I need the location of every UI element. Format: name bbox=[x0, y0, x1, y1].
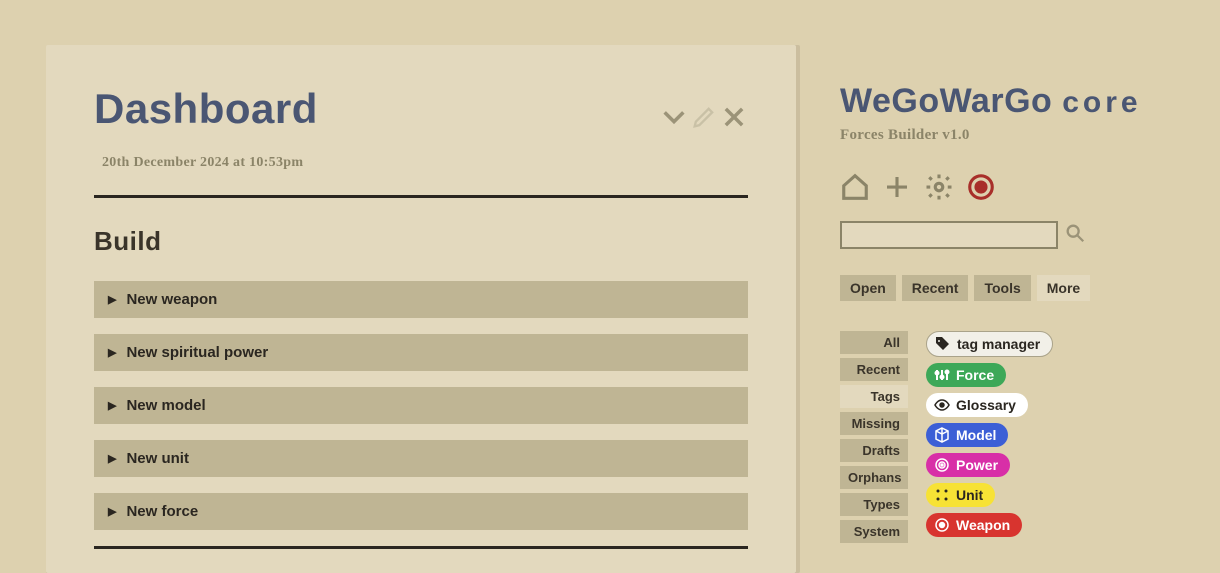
record-icon[interactable] bbox=[966, 172, 996, 207]
app-title: WeGoWarGo core bbox=[840, 82, 1180, 121]
section-heading-build: Build bbox=[94, 226, 748, 257]
tag-pill-tag-manager[interactable]: tag manager bbox=[926, 331, 1053, 357]
expand-icon: ▶ bbox=[108, 399, 116, 412]
search-row bbox=[840, 221, 1180, 249]
tag-label: Weapon bbox=[956, 517, 1010, 533]
spiral-icon bbox=[934, 457, 950, 473]
target-icon bbox=[934, 517, 950, 533]
tag-pill-force[interactable]: Force bbox=[926, 363, 1006, 387]
brand-main: WeGoWarGo bbox=[840, 82, 1052, 120]
build-item-3[interactable]: ▶ New unit bbox=[94, 440, 748, 477]
filter-orphans[interactable]: Orphans bbox=[840, 466, 908, 489]
build-item-2[interactable]: ▶ New model bbox=[94, 387, 748, 424]
tab-tools[interactable]: Tools bbox=[974, 275, 1030, 301]
tag-label: tag manager bbox=[957, 336, 1040, 352]
filter-tags[interactable]: Tags bbox=[840, 385, 908, 408]
divider bbox=[94, 546, 748, 549]
card-actions bbox=[660, 103, 748, 136]
tags-column: tag manager Force Glossary Model Power Unit We… bbox=[926, 331, 1053, 537]
filter-all[interactable]: All bbox=[840, 331, 908, 354]
tab-open[interactable]: Open bbox=[840, 275, 896, 301]
build-item-4[interactable]: ▶ New force bbox=[94, 493, 748, 530]
search-icon[interactable] bbox=[1064, 222, 1086, 249]
tag-pill-weapon[interactable]: Weapon bbox=[926, 513, 1022, 537]
tag-pill-power[interactable]: Power bbox=[926, 453, 1010, 477]
filter-recent[interactable]: Recent bbox=[840, 358, 908, 381]
tag-icon bbox=[935, 336, 951, 352]
edit-icon[interactable] bbox=[690, 103, 718, 136]
build-item-label: New model bbox=[126, 397, 205, 414]
tag-label: Model bbox=[956, 427, 996, 443]
sidebar: WeGoWarGo core Forces Builder v1.0 OpenR… bbox=[840, 82, 1180, 543]
build-item-label: New weapon bbox=[126, 291, 217, 308]
new-icon[interactable] bbox=[882, 172, 912, 207]
page-date: 20th December 2024 at 10:53pm bbox=[102, 155, 748, 171]
tag-label: Unit bbox=[956, 487, 983, 503]
cube-icon bbox=[934, 427, 950, 443]
divider bbox=[94, 195, 748, 198]
filter-types[interactable]: Types bbox=[840, 493, 908, 516]
build-item-label: New spiritual power bbox=[126, 344, 268, 361]
filter-system[interactable]: System bbox=[840, 520, 908, 543]
expand-icon: ▶ bbox=[108, 505, 116, 518]
tag-pill-unit[interactable]: Unit bbox=[926, 483, 995, 507]
tag-label: Force bbox=[956, 367, 994, 383]
build-item-1[interactable]: ▶ New spiritual power bbox=[94, 334, 748, 371]
grid-icon bbox=[934, 487, 950, 503]
build-item-label: New unit bbox=[126, 450, 189, 467]
home-icon[interactable] bbox=[840, 172, 870, 207]
gear-icon[interactable] bbox=[924, 172, 954, 207]
tab-more[interactable]: More bbox=[1037, 275, 1090, 301]
app-subtitle: Forces Builder v1.0 bbox=[840, 127, 1180, 144]
brand-sub: core bbox=[1062, 86, 1141, 119]
tag-pill-model[interactable]: Model bbox=[926, 423, 1008, 447]
search-input[interactable] bbox=[840, 221, 1058, 249]
build-item-label: New force bbox=[126, 503, 198, 520]
close-icon[interactable] bbox=[720, 103, 748, 136]
filter-drafts[interactable]: Drafts bbox=[840, 439, 908, 462]
tag-label: Glossary bbox=[956, 397, 1016, 413]
build-item-0[interactable]: ▶ New weapon bbox=[94, 281, 748, 318]
collapse-icon[interactable] bbox=[660, 103, 688, 136]
expand-icon: ▶ bbox=[108, 346, 116, 359]
sliders-icon bbox=[934, 367, 950, 383]
tag-pill-glossary[interactable]: Glossary bbox=[926, 393, 1028, 417]
tab-recent[interactable]: Recent bbox=[902, 275, 969, 301]
sidebar-tabs: OpenRecentTools More bbox=[840, 275, 1180, 301]
expand-icon: ▶ bbox=[108, 293, 116, 306]
toolbar bbox=[840, 172, 1180, 207]
tag-label: Power bbox=[956, 457, 998, 473]
main-panel: Dashboard 20th December 2024 at 10:53pm … bbox=[46, 45, 796, 573]
eye-icon bbox=[934, 397, 950, 413]
build-list: ▶ New weapon ▶ New spiritual power ▶ New mode… bbox=[94, 281, 748, 530]
expand-icon: ▶ bbox=[108, 452, 116, 465]
page-title: Dashboard bbox=[94, 85, 748, 133]
filter-missing[interactable]: Missing bbox=[840, 412, 908, 435]
filter-column: All Recent Tags Missing Drafts Orphans Types Sy… bbox=[840, 331, 908, 543]
